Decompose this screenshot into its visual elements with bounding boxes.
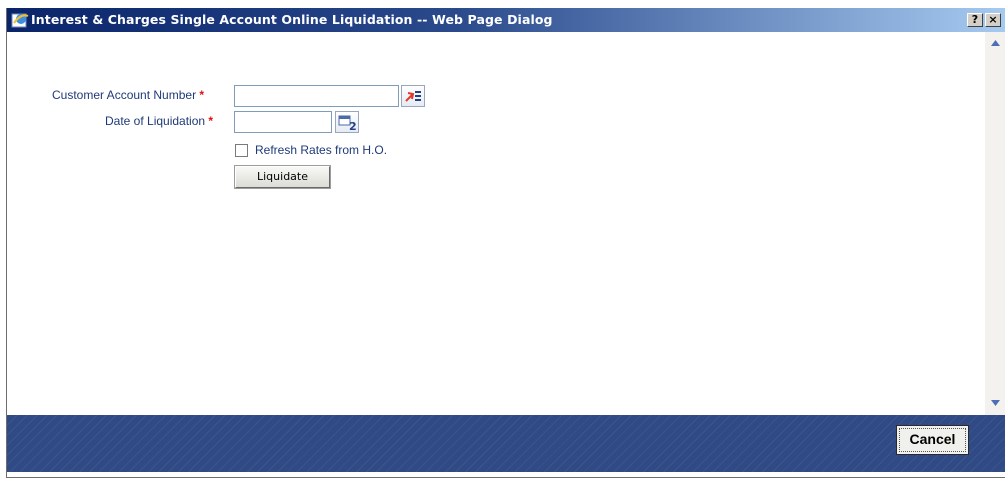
dialog-window: Interest & Charges Single Account Online… xyxy=(6,8,1005,478)
dialog-content: Customer Account Number * Date of Liquid… xyxy=(7,32,985,415)
account-lov-button[interactable] xyxy=(401,85,425,107)
window-title: Interest & Charges Single Account Online… xyxy=(31,12,553,27)
ie-page-icon xyxy=(11,11,29,29)
date-of-liquidation-input[interactable] xyxy=(234,111,332,133)
refresh-rates-label: Refresh Rates from H.O. xyxy=(255,143,388,157)
liquidate-button[interactable]: Liquidate xyxy=(235,166,330,188)
scroll-up-arrow-icon[interactable] xyxy=(988,36,1003,50)
help-button[interactable]: ? xyxy=(967,13,983,27)
customer-account-input[interactable] xyxy=(234,85,399,107)
close-button[interactable]: × xyxy=(985,13,1001,27)
title-bar: Interest & Charges Single Account Online… xyxy=(7,8,1005,32)
calendar-icon: 2 xyxy=(338,115,357,133)
date-of-liquidation-label: Date of Liquidation * xyxy=(105,114,214,128)
calendar-button[interactable]: 2 xyxy=(335,111,359,133)
scroll-down-arrow-icon[interactable] xyxy=(988,396,1003,410)
cancel-button[interactable]: Cancel xyxy=(896,425,969,455)
list-of-values-icon xyxy=(405,91,421,102)
customer-account-label: Customer Account Number * xyxy=(52,88,205,102)
calendar-icon-number: 2 xyxy=(349,120,357,132)
dialog-footer xyxy=(7,415,1005,472)
refresh-rates-checkbox[interactable] xyxy=(235,144,248,157)
required-marker: * xyxy=(208,114,214,128)
required-marker: * xyxy=(199,88,205,102)
vertical-scrollbar[interactable] xyxy=(985,32,1005,415)
